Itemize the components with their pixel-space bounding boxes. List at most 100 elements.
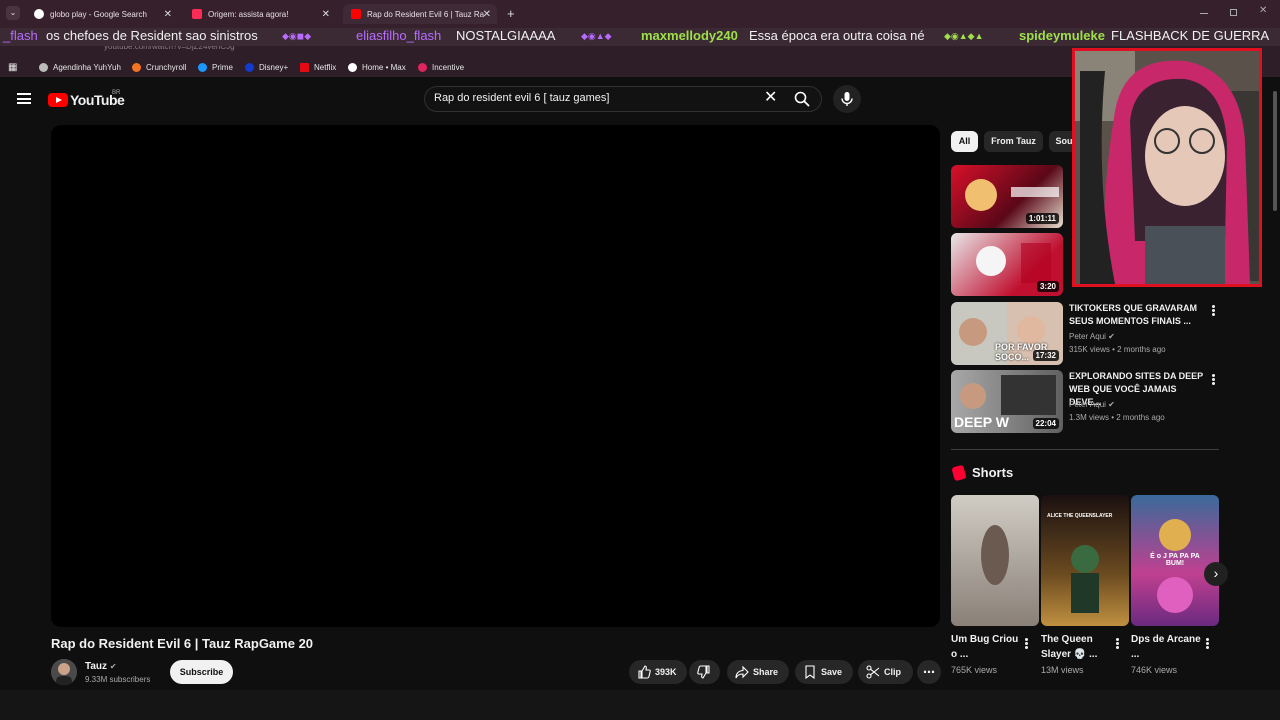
next-chevron-icon[interactable]: › [1204, 562, 1228, 586]
browser-tab-bar: ⌄ globo play - Google Search ✕ Origem: a… [0, 0, 1280, 28]
chat-user: eliasfilho_flash [356, 28, 442, 43]
section-divider [951, 449, 1219, 450]
more-vertical-icon[interactable] [1212, 305, 1215, 316]
page-scrollbar[interactable] [1270, 81, 1280, 690]
bookmark-netflix[interactable]: Netflix [300, 57, 336, 77]
short-views: 746K views [1131, 665, 1178, 675]
avatar-image [51, 659, 77, 685]
close-icon[interactable]: ✕ [164, 9, 172, 20]
save-icon [805, 665, 815, 679]
browser-tab-2[interactable]: Origem: assista agora! ✕ [184, 4, 336, 24]
more-vertical-icon[interactable] [1212, 374, 1215, 385]
bookmark-crunchyroll[interactable]: Crunchyroll [132, 57, 186, 77]
bookmark-label: Prime [212, 62, 233, 72]
apps-icon[interactable]: ▦ [8, 57, 17, 77]
chat-message: os chefoes de Resident sao sinistros [46, 28, 258, 43]
recommendation-thumbnail[interactable]: DEEP W 22:04 [951, 370, 1063, 433]
clip-button[interactable]: Clip [858, 660, 913, 684]
thumbs-up-icon [638, 665, 651, 679]
close-icon[interactable]: ✕ [483, 9, 491, 20]
recommendation-channel-name: Peter Aqui [1069, 400, 1106, 409]
minimize-icon[interactable] [1200, 13, 1208, 14]
channel-name[interactable]: Tauz ✔ [85, 661, 117, 672]
short-title[interactable]: Dps de Arcane ... [1131, 632, 1201, 662]
maximize-icon[interactable] [1230, 9, 1237, 16]
new-tab-button[interactable]: + [507, 6, 515, 21]
short-thumbnail[interactable]: ALICE THE QUEENSLAYER [1041, 495, 1129, 626]
more-vertical-icon[interactable] [1206, 638, 1209, 649]
clip-label: Clip [884, 667, 901, 677]
window-close-icon[interactable]: ✕ [1259, 5, 1267, 16]
voice-search-button[interactable] [833, 85, 861, 113]
recommendation-thumbnail[interactable]: POR FAVOR SOCO... 17:32 [951, 302, 1063, 365]
crunchyroll-icon [132, 62, 141, 72]
clear-search-icon[interactable]: ✕ [764, 90, 777, 106]
microphone-icon [841, 92, 853, 106]
recommendation-thumbnail[interactable]: 1:01:11 [951, 165, 1063, 228]
recommendation-meta: 315K views • 2 months ago [1069, 345, 1166, 354]
streamer-cam-image [1075, 51, 1259, 284]
globoplay-icon [192, 9, 202, 19]
like-button[interactable]: 393K [629, 660, 687, 684]
short-caption: ALICE THE QUEENSLAYER [1047, 513, 1113, 519]
like-count: 393K [655, 667, 677, 677]
youtube-logo[interactable]: YouTube BR [48, 90, 125, 108]
thumbnail-caption: DEEP W [954, 414, 1009, 430]
video-player[interactable] [51, 125, 940, 627]
bookmark-label: Crunchyroll [146, 62, 187, 72]
google-icon [34, 9, 44, 19]
short-thumbnail[interactable]: É o J PA PA PA BUM! [1131, 495, 1219, 626]
bookmark-incentive[interactable]: Incentive [418, 57, 464, 77]
recommendation-channel[interactable]: Peter Aqui ✔ [1069, 332, 1115, 341]
bottom-strip [0, 690, 1280, 720]
more-actions-button[interactable]: ⋯ [917, 660, 941, 684]
close-icon[interactable]: ✕ [322, 9, 330, 20]
share-button[interactable]: Share [727, 660, 789, 684]
search-icon[interactable] [794, 91, 810, 107]
more-vertical-icon[interactable] [1025, 638, 1028, 649]
recommendation-channel[interactable]: Peter Aqui ✔ [1069, 400, 1115, 409]
hamburger-menu-icon[interactable] [17, 93, 31, 104]
search-input[interactable]: Rap do resident evil 6 [ tauz games] [434, 92, 609, 104]
browser-tab-3[interactable]: Rap do Resident Evil 6 | Tauz Ra ✕ [343, 4, 497, 24]
bookmark-max[interactable]: Home • Max [348, 57, 406, 77]
shorts-heading: Shorts [972, 465, 1014, 480]
recommendation-thumbnail[interactable]: 3:20 [951, 233, 1063, 296]
short-views: 13M views [1041, 665, 1084, 675]
channel-name-text: Tauz [85, 661, 108, 672]
chat-badges-icon: ◆◉◼◆ [282, 31, 312, 41]
chat-message: FLASHBACK DE GUERRA [1111, 28, 1270, 43]
bookmark-label: Agendinha YuhYuh [53, 62, 121, 72]
save-button[interactable]: Save [795, 660, 853, 684]
chat-user: _flash [3, 28, 38, 43]
short-views: 765K views [951, 665, 998, 675]
channel-avatar[interactable] [51, 659, 77, 685]
short-title[interactable]: The Queen Slayer 💀 ... [1041, 632, 1111, 662]
video-duration: 3:20 [1036, 281, 1059, 292]
dislike-button[interactable] [689, 660, 720, 684]
netflix-icon [300, 62, 309, 72]
verified-icon: ✔ [109, 662, 117, 671]
bookmark-agendinha[interactable]: Agendinha YuhYuh [39, 57, 121, 77]
recommendation-channel-name: Peter Aqui [1069, 332, 1106, 341]
subscribe-button[interactable]: Subscribe [170, 660, 233, 684]
bookmark-disney[interactable]: Disney+ [245, 57, 288, 77]
chip-all[interactable]: All [951, 131, 978, 152]
tab-search-button[interactable]: ⌄ [6, 6, 20, 20]
youtube-play-icon [48, 93, 68, 107]
video-duration: 22:04 [1032, 418, 1059, 429]
share-icon [735, 665, 749, 679]
more-vertical-icon[interactable] [1116, 638, 1119, 649]
browser-tab-1[interactable]: globo play - Google Search ✕ [26, 4, 178, 24]
chip-from-channel[interactable]: From Tauz [984, 131, 1043, 152]
short-thumbnail[interactable] [951, 495, 1039, 626]
video-duration: 17:32 [1032, 350, 1059, 361]
share-label: Share [753, 667, 779, 677]
recommendation-title[interactable]: TIKTOKERS QUE GRAVARAM SEUS MOMENTOS FIN… [1069, 302, 1209, 328]
short-title[interactable]: Um Bug Criou o ... [951, 632, 1021, 662]
bookmark-prime[interactable]: Prime [198, 57, 233, 77]
country-code: BR [112, 90, 121, 96]
disney-icon [245, 62, 254, 72]
max-icon [348, 62, 357, 72]
scrollbar-thumb[interactable] [1273, 91, 1277, 211]
